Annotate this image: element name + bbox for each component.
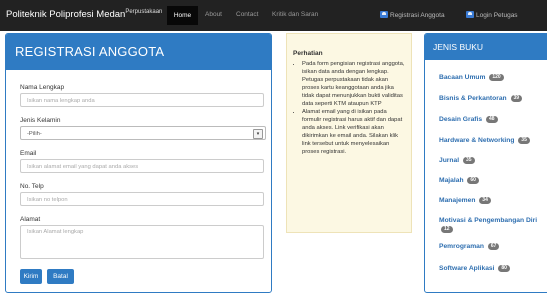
category-label: Bacaan Umum [439, 74, 486, 81]
notice-item: Pada form pengisian registrasi anggota, … [302, 60, 405, 108]
name-label: Nama Lengkap [20, 84, 65, 91]
category-count-badge: 48 [485, 116, 498, 123]
brand-subtitle: Perpustakaan [125, 9, 163, 15]
registration-title: REGISTRASI ANGGOTA [6, 34, 271, 70]
lock-icon [466, 11, 474, 18]
category-label: Majalah [439, 177, 464, 184]
nav-kritik-saran[interactable]: Kritik dan Saran [272, 11, 318, 18]
brand-name: Politeknik Poliprofesi Medan [6, 9, 126, 21]
category-count-badge: 39 [510, 95, 523, 102]
gender-select[interactable]: -Pilih- ▾ [20, 126, 266, 140]
nav-registrasi-label: Registrasi Anggota [390, 12, 445, 19]
category-label: Manajemen [439, 197, 476, 204]
email-input[interactable]: Isikan alamat email yang dapat anda akse… [20, 159, 264, 173]
category-item[interactable]: Software Aplikasi 80 [439, 265, 510, 272]
notice-item: Alamat email yang di isikan pada formuli… [302, 108, 405, 156]
notice-box: Perhatian Pada form pengisian registrasi… [286, 33, 412, 233]
category-count-badge: 34 [479, 197, 491, 204]
category-count-badge: 60 [467, 177, 479, 184]
user-icon [380, 11, 388, 18]
category-label: Hardware & Networking [439, 137, 515, 144]
address-label: Alamat [20, 216, 41, 223]
email-label: Email [20, 150, 37, 157]
categories-title: JENIS BUKU [425, 34, 547, 60]
category-item[interactable]: Hardware & Networking 35 [439, 137, 530, 144]
category-item[interactable]: Bisnis & Perkantoran 39 [439, 95, 523, 102]
address-textarea[interactable]: Isikan Alamat lengkap [20, 225, 264, 259]
category-label: Bisnis & Perkantoran [439, 95, 507, 102]
cancel-button[interactable]: Batal [47, 269, 74, 284]
phone-label: No. Telp [20, 183, 44, 190]
category-label: Jurnal [439, 157, 460, 164]
category-count-badge: 12 [441, 226, 453, 233]
gender-label: Jenis Kelamin [20, 117, 61, 124]
phone-input[interactable]: Isikan no telpon [20, 192, 264, 206]
category-item[interactable]: Pemrograman 67 [439, 243, 500, 250]
category-count-badge: 80 [498, 265, 510, 272]
notice-title: Perhatian [293, 50, 323, 57]
category-item[interactable]: Jurnal 35 [439, 157, 475, 164]
category-label: Software Aplikasi [439, 265, 495, 272]
site-brand[interactable]: Politeknik Poliprofesi MedanPerpustakaan [6, 9, 162, 20]
nav-login-label: Login Petugas [476, 12, 518, 19]
category-label: Pemrograman [439, 243, 484, 250]
category-count-badge: 67 [487, 243, 500, 250]
notice-list: Pada form pengisian registrasi anggota, … [293, 60, 405, 156]
category-count-badge: 35 [462, 157, 475, 164]
dropdown-arrow-icon[interactable]: ▾ [253, 129, 263, 139]
category-count-badge: 35 [518, 137, 530, 144]
nav-login-petugas[interactable]: Login Petugas [466, 11, 518, 19]
category-item[interactable]: Motivasi & Pengembangan Diri 12 [439, 216, 544, 234]
category-item[interactable]: Bacaan Umum 120 [439, 74, 504, 81]
category-item[interactable]: Manajemen 34 [439, 197, 491, 204]
nav-contact[interactable]: Contact [236, 11, 258, 18]
nav-home[interactable]: Home [167, 6, 198, 25]
gender-selected-value: -Pilih- [27, 131, 42, 137]
registration-panel: REGISTRASI ANGGOTA Nama Lengkap Isikan n… [5, 33, 272, 293]
nav-registrasi-anggota[interactable]: Registrasi Anggota [380, 11, 445, 19]
submit-button[interactable]: Kirim [20, 269, 42, 284]
top-navbar: Politeknik Poliprofesi MedanPerpustakaan… [0, 0, 547, 31]
category-item[interactable]: Majalah 60 [439, 177, 479, 184]
nav-about[interactable]: About [205, 11, 222, 18]
category-label: Motivasi & Pengembangan Diri [439, 217, 538, 224]
category-item[interactable]: Desain Grafis 48 [439, 116, 498, 123]
name-input[interactable]: Isikan nama lengkap anda [20, 93, 264, 107]
book-categories-panel: JENIS BUKU Bacaan Umum 120 Bisnis & Perk… [424, 33, 547, 293]
category-label: Desain Grafis [439, 116, 483, 123]
category-count-badge: 120 [489, 74, 504, 81]
